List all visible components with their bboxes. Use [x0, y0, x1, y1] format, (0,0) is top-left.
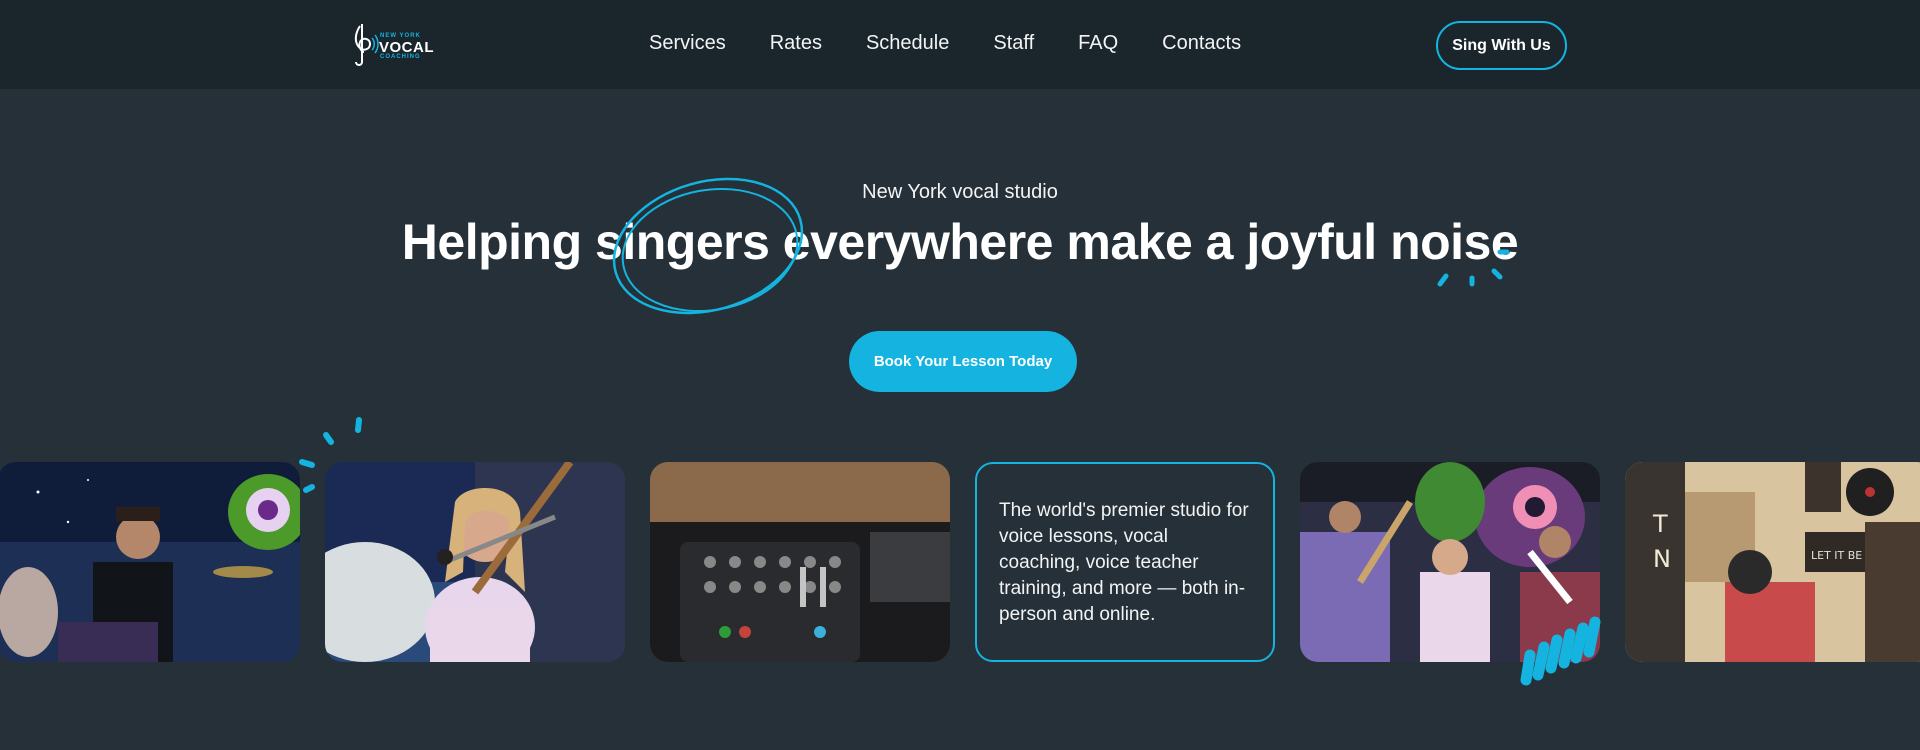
book-lesson-button[interactable]: Book Your Lesson Today [849, 331, 1077, 392]
marquee-letter-t: T [1652, 510, 1668, 538]
band-photo [1300, 462, 1600, 662]
hero-headline: Helping singers everywhere make a joyful… [0, 213, 1920, 271]
marquee-letter-n: N [1653, 545, 1671, 573]
studio-description-text: The world's premier studio for voice les… [999, 500, 1249, 625]
drummer-photo [0, 462, 300, 662]
headline-word-helping: Helping [401, 214, 582, 270]
treble-clef-icon [354, 24, 379, 66]
nav-item-faq[interactable]: FAQ [1078, 32, 1118, 55]
let-it-be-sign: LET IT BE [1811, 549, 1862, 562]
nav-item-rates[interactable]: Rates [770, 32, 822, 55]
logo-text-coaching: COACHING [380, 54, 421, 60]
singer-guitar-photo [325, 462, 625, 662]
headline-joyful-noise: joyful noise [1246, 214, 1519, 270]
hero-eyebrow: New York vocal studio [862, 181, 1058, 203]
nav-item-contacts[interactable]: Contacts [1162, 32, 1241, 55]
studio-room-photo: T N LET IT BE [1625, 462, 1920, 662]
dj-mixer-photo [650, 462, 950, 662]
studio-description-card: The world's premier studio for voice les… [975, 462, 1275, 662]
main-nav: Services Rates Schedule Staff FAQ Contac… [649, 32, 1285, 55]
nav-item-staff[interactable]: Staff [993, 32, 1034, 55]
nav-item-schedule[interactable]: Schedule [866, 32, 949, 55]
headline-middle: everywhere make a [782, 214, 1234, 270]
sing-with-us-button[interactable]: Sing With Us [1436, 21, 1567, 70]
site-header: NEW YORK VOCAL COACHING Services Rates S… [0, 0, 1920, 89]
logo[interactable]: NEW YORK VOCAL COACHING [350, 22, 440, 66]
headline-word-singers: singers [595, 214, 770, 270]
nav-item-services[interactable]: Services [649, 32, 726, 55]
